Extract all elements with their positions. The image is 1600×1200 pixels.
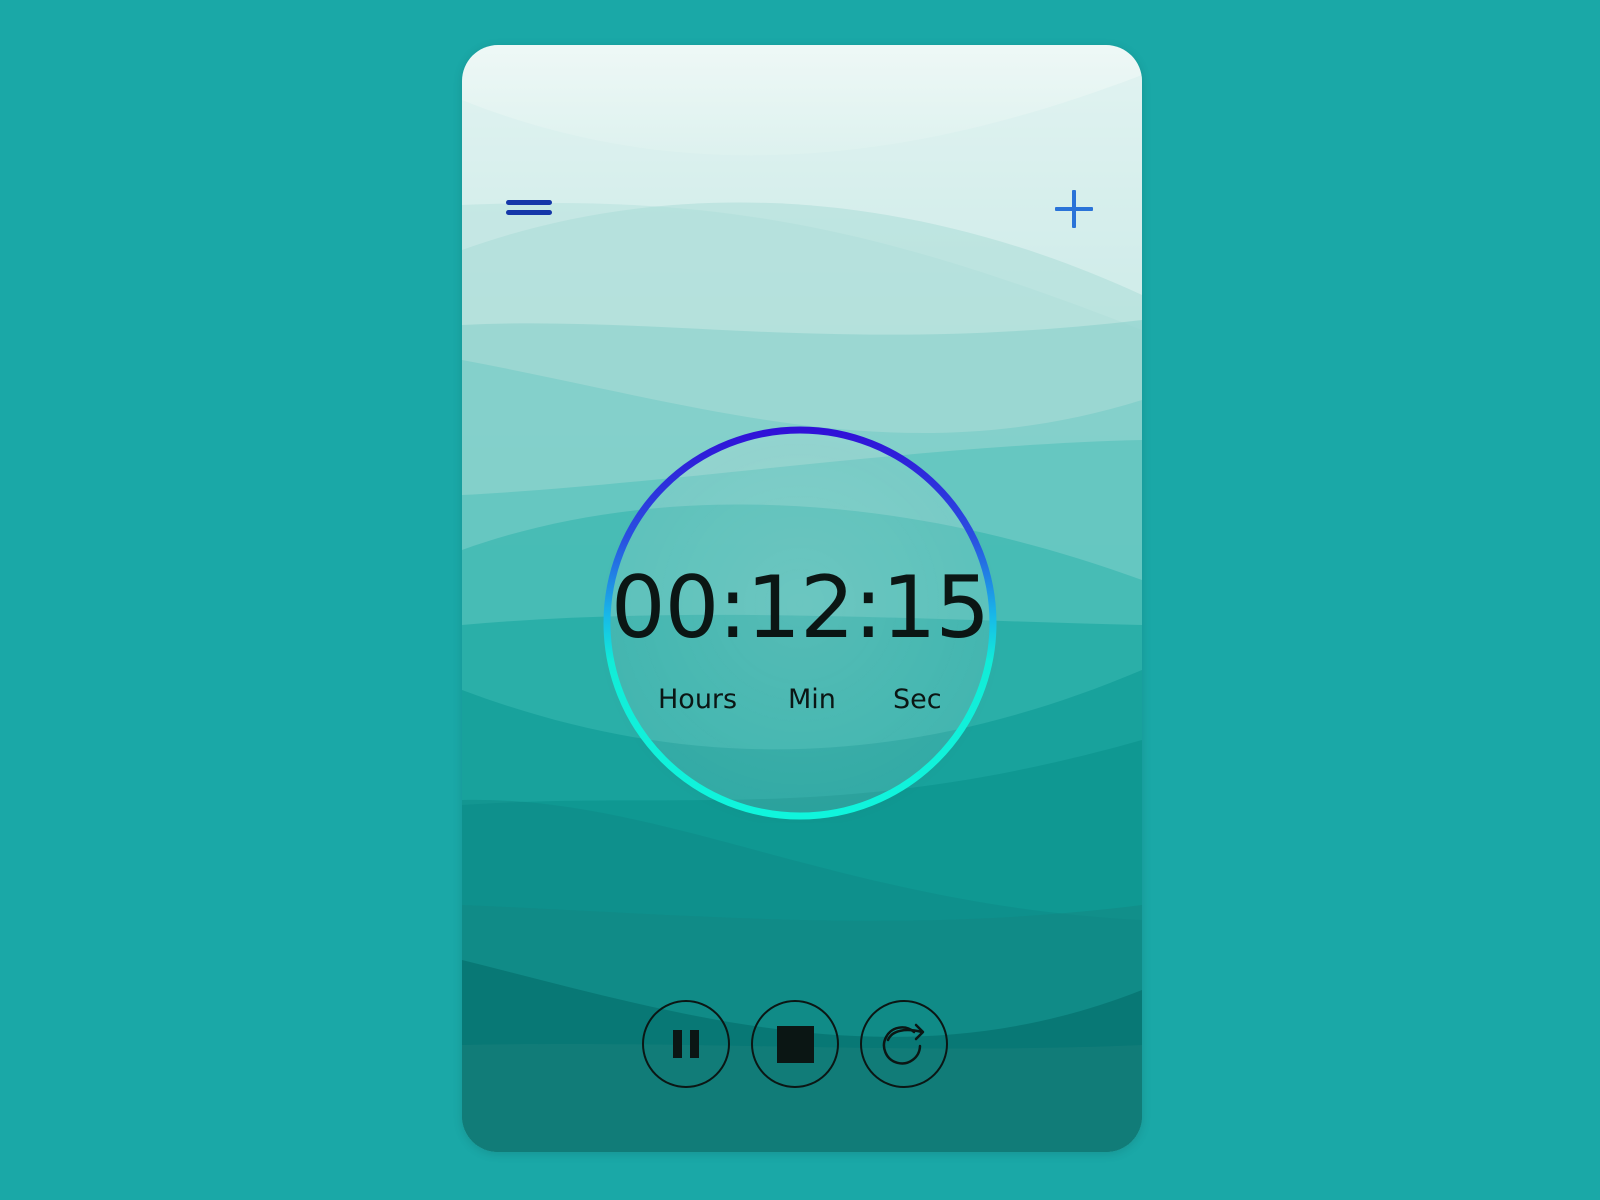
pause-button[interactable] — [642, 1000, 730, 1088]
stop-button[interactable] — [751, 1000, 839, 1088]
minutes-label: Min — [788, 684, 836, 715]
hamburger-menu-icon-bar — [506, 210, 552, 215]
hamburger-menu-icon — [506, 200, 552, 205]
seconds-label: Sec — [893, 684, 942, 715]
timer-dial: 00:12:15 Hours Min Sec — [600, 423, 1000, 823]
stop-icon — [777, 1026, 814, 1063]
restart-icon — [882, 1023, 925, 1065]
pause-icon — [673, 1030, 699, 1058]
restart-button[interactable] — [860, 1000, 948, 1088]
add-timer-button[interactable] — [1052, 187, 1096, 231]
timer-display: 00:12:15 — [610, 558, 990, 658]
timer-app-screen: 00:12:15 Hours Min Sec — [462, 45, 1142, 1152]
plus-icon-stem — [1072, 190, 1076, 228]
hours-label: Hours — [658, 684, 738, 715]
menu-button[interactable] — [504, 195, 554, 223]
